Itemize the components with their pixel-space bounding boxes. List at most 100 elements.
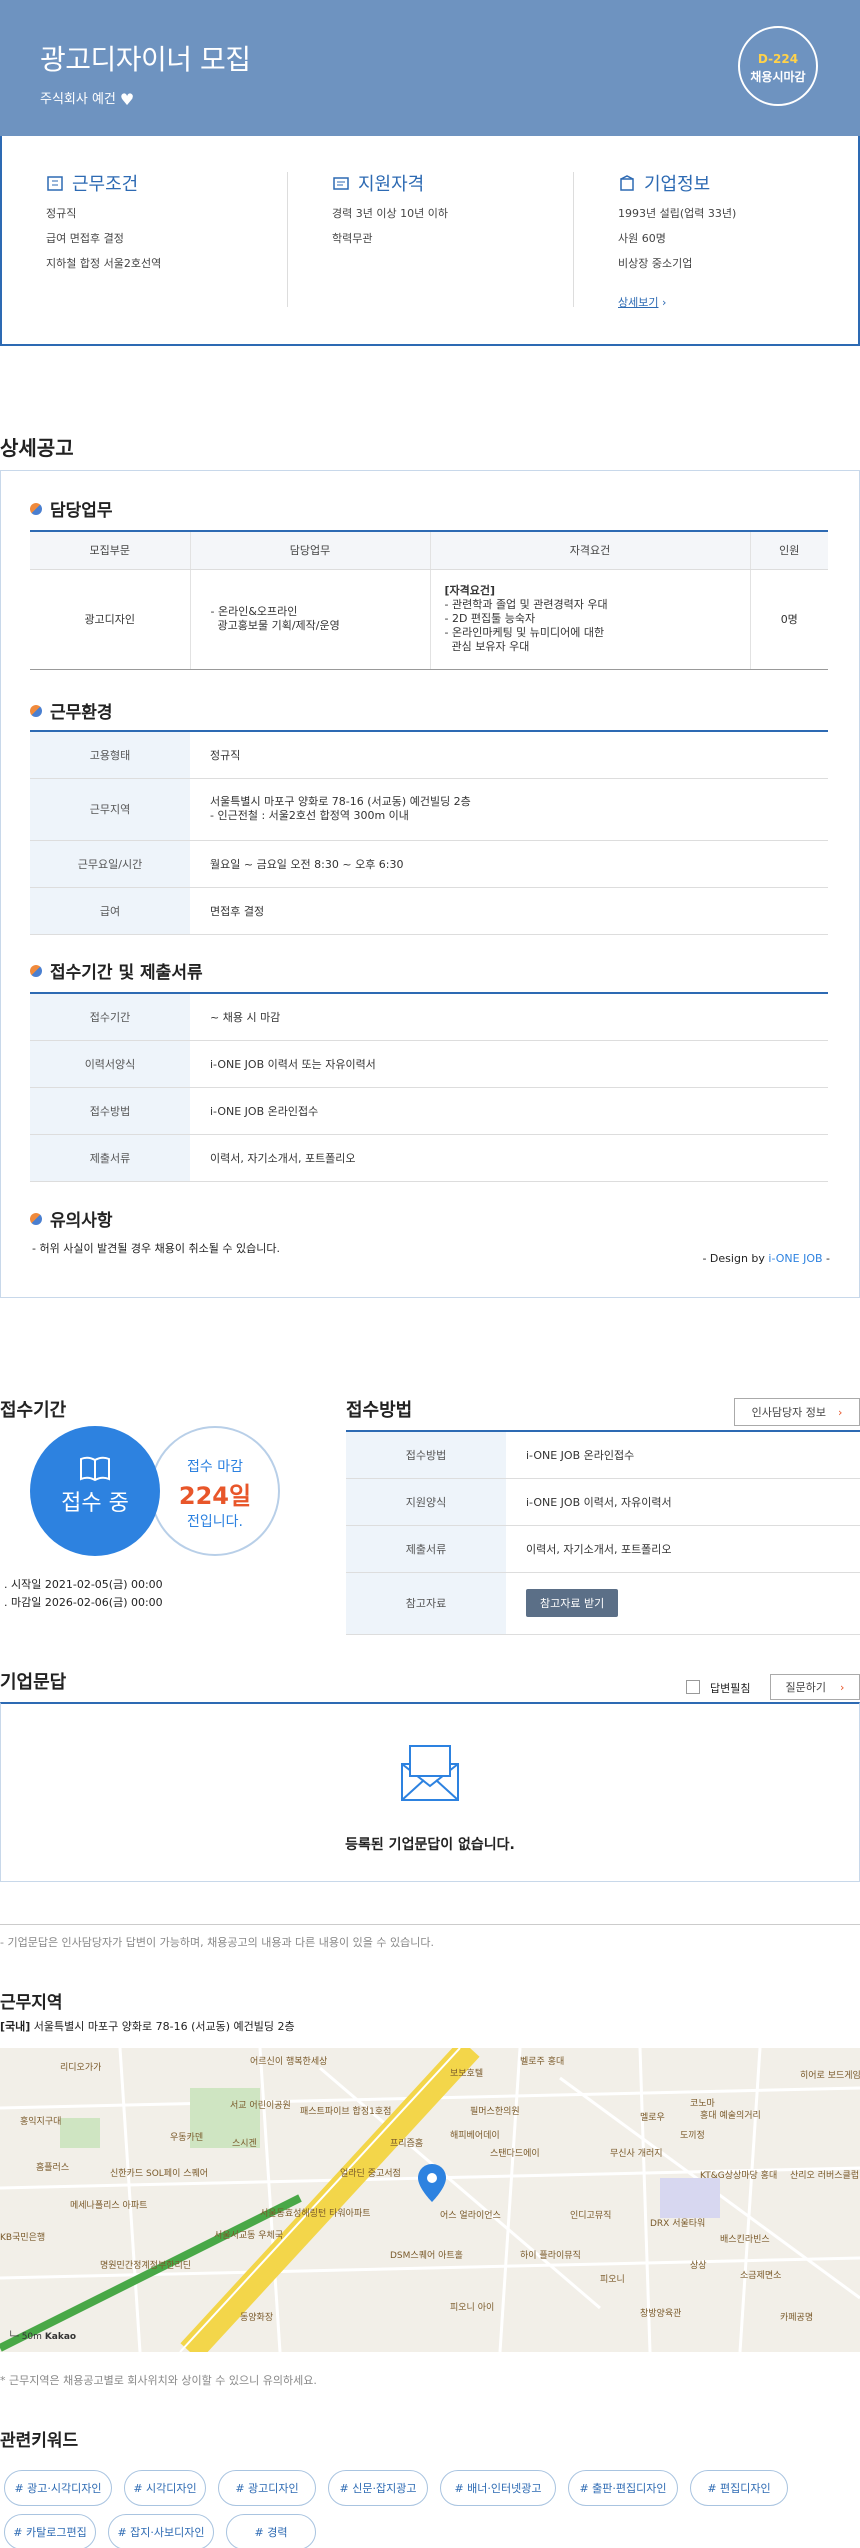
keyword-tag[interactable]: # 광고·시각디자인 bbox=[4, 2470, 112, 2506]
row-key: 이력서양식 bbox=[30, 1040, 190, 1088]
map-label: 홍익지구대 bbox=[20, 2117, 62, 2127]
qualifications-title: 지원자격 bbox=[358, 174, 425, 195]
status-circle: 접수 중 bbox=[30, 1426, 160, 1556]
qa-empty: 등록된 기업문답이 없습니다. bbox=[345, 1837, 515, 1853]
table-row: 이력서양식 i-ONE JOB 이력서 또는 자유이력서 bbox=[30, 1040, 828, 1088]
qualification-item: 학력무관 bbox=[332, 232, 373, 245]
keyword-tag[interactable]: # 잡지·사보디자인 bbox=[108, 2514, 214, 2548]
map-label: 하이 플라이뮤직 bbox=[520, 2251, 581, 2261]
location-map[interactable]: 리디오가가 어르신이 행복한세상 보보호텔 벨로주 홍대 히어로 보드게임 홍대 예술의거… bbox=[0, 2048, 860, 2352]
company-more-link[interactable]: 상세보기 bbox=[618, 296, 658, 309]
table-row: 고용형태 정규직 bbox=[30, 731, 828, 779]
map-label: DRX 서울타워 bbox=[650, 2219, 706, 2229]
table-header: 담당업무 bbox=[189, 531, 430, 570]
deadline-type: 채용시마감 bbox=[750, 70, 806, 84]
days-suffix: 전입니다. bbox=[187, 1514, 243, 1530]
table-row: 급여 면접후 결정 bbox=[30, 887, 828, 935]
map-label: 홍대 예술의거리 bbox=[700, 2111, 761, 2121]
table-header: 자격요건 bbox=[429, 531, 750, 570]
notice-title: 유의사항 bbox=[50, 1211, 113, 1231]
company-link[interactable]: 주식회사 예건 bbox=[40, 92, 116, 107]
map-label: 서울서교동 우체국 bbox=[214, 2231, 284, 2241]
row-value: i-ONE JOB 온라인접수 bbox=[190, 1087, 828, 1135]
design-credit: - Design by i-ONE JOB - bbox=[702, 1252, 830, 1265]
chevron-right-icon: › bbox=[658, 296, 667, 309]
keyword-tag[interactable]: # 출판·편집디자인 bbox=[568, 2470, 678, 2506]
environment-title: 근무환경 bbox=[50, 703, 113, 723]
book-icon bbox=[80, 1456, 110, 1482]
method-title: 접수방법 bbox=[346, 1400, 413, 1421]
chevron-right-icon: › bbox=[840, 1680, 845, 1694]
table-row: 제출서류 이력서, 자기소개서, 포트폴리오 bbox=[346, 1525, 860, 1573]
keyword-tag[interactable]: # 카탈로그편집 bbox=[4, 2514, 96, 2548]
download-button[interactable]: 참고자료 받기 bbox=[526, 1589, 619, 1617]
keyword-tag[interactable]: # 광고디자인 bbox=[218, 2470, 316, 2506]
method-table: 접수방법 i-ONE JOB 온라인접수 지원양식 i-ONE JOB 이력서, 자… bbox=[346, 1430, 860, 1635]
keyword-tag[interactable]: # 경력 bbox=[226, 2514, 316, 2548]
row-value: 정규직 bbox=[190, 731, 828, 779]
map-label: 명원민간정계정부한리딘 bbox=[100, 2261, 192, 2271]
table-header-row: 모집부문 담당업무 자격요건 인원 bbox=[30, 531, 828, 570]
table-header: 인원 bbox=[749, 531, 828, 570]
req-title: [자격요건] bbox=[444, 584, 496, 597]
row-key: 급여 bbox=[30, 887, 190, 935]
company-name: 주식회사 예건 ♥ bbox=[40, 88, 134, 109]
credit-suffix: - bbox=[822, 1252, 830, 1265]
location-tag: [국내] bbox=[0, 2020, 31, 2033]
company-column: 기업정보 1993년 설립(업력 33년) 사원 60명 비상장 중소기업 상세… bbox=[618, 170, 858, 310]
company-info-item: 1993년 설립(업력 33년) bbox=[618, 207, 737, 220]
row-key: 지원양식 bbox=[346, 1478, 506, 1526]
req-line: - 온라인마케팅 및 뉴미디어에 대한 bbox=[444, 626, 605, 639]
keyword-tag[interactable]: # 편집디자인 bbox=[690, 2470, 788, 2506]
keyword-tag[interactable]: # 신문·잡지광고 bbox=[328, 2470, 428, 2506]
credit-prefix: - Design by bbox=[702, 1252, 769, 1265]
address-text: 서울특별시 마포구 양화로 78-16 (서교동) 예건빌딩 2층 bbox=[33, 2020, 295, 2033]
req-line: - 관련학과 졸업 및 관련경력자 우대 bbox=[444, 598, 608, 611]
row-value: 참고자료 받기 bbox=[506, 1572, 860, 1635]
keyword-tag[interactable]: # 배너·인터넷광고 bbox=[440, 2470, 556, 2506]
end-text: 마감일 2026-02-06(금) 00:00 bbox=[11, 1596, 163, 1609]
map-label: 상상 bbox=[690, 2261, 707, 2271]
row-value: ~ 채용 시 마감 bbox=[190, 993, 828, 1041]
address-line: 서울특별시 마포구 양화로 78-16 (서교동) 예건빌딩 2층 bbox=[210, 795, 471, 808]
map-label: 어스 얼라이언스 bbox=[440, 2211, 501, 2221]
requirements-cell: [자격요건] - 관련학과 졸업 및 관련경력자 우대 - 2D 편집툴 능숙자 - … bbox=[429, 569, 750, 670]
detail-title: 상세공고 bbox=[0, 436, 74, 460]
map-label: 피오니 bbox=[600, 2275, 625, 2285]
qa-title: 기업문답 bbox=[0, 1672, 67, 1693]
contact-button[interactable]: 인사담당자 정보 › bbox=[734, 1398, 860, 1426]
id-card-icon bbox=[333, 177, 349, 190]
duties-title: 담당업무 bbox=[50, 501, 113, 521]
answered-checkbox[interactable] bbox=[686, 1680, 700, 1694]
heart-icon[interactable]: ♥ bbox=[120, 90, 134, 109]
task-line: - 온라인&오프라인 bbox=[210, 605, 298, 618]
row-value: 서울특별시 마포구 양화로 78-16 (서교동) 예건빌딩 2층 - 인근전철 … bbox=[190, 778, 828, 841]
map-label: 산리오 러버스클럽 bbox=[790, 2171, 860, 2181]
keyword-tag[interactable]: # 시각디자인 bbox=[124, 2470, 206, 2506]
table-row: 근무요일/시간 월요일 ~ 금요일 오전 8:30 ~ 오후 6:30 bbox=[30, 840, 828, 888]
notice-text: - 허위 사실이 발견될 경우 채용이 취소될 수 있습니다. bbox=[32, 1242, 280, 1255]
job-title: 광고디자이너 모집 bbox=[40, 43, 251, 76]
divider bbox=[287, 172, 288, 307]
contact-label: 인사담당자 정보 bbox=[751, 1406, 826, 1419]
row-key: 제출서류 bbox=[30, 1134, 190, 1182]
condition-item: 급여 면접후 결정 bbox=[46, 232, 124, 245]
map-label: 서교 어린이공원 bbox=[230, 2101, 291, 2111]
period-title: 접수기간 및 제출서류 bbox=[50, 963, 203, 983]
map-label: 코노마 bbox=[690, 2099, 715, 2109]
row-key: 제출서류 bbox=[346, 1525, 506, 1573]
condition-item: 지하철 합정 서울2호선역 bbox=[46, 257, 162, 270]
row-key: 근무요일/시간 bbox=[30, 840, 190, 888]
table-header: 모집부문 bbox=[30, 531, 190, 570]
map-label: 스시겐 bbox=[232, 2139, 257, 2149]
row-value: i-ONE JOB 이력서 또는 자유이력서 bbox=[190, 1040, 828, 1088]
ask-button[interactable]: 질문하기 › bbox=[770, 1674, 860, 1700]
conditions-title: 근무조건 bbox=[72, 174, 139, 195]
map-label: DSM스퀘어 아트홀 bbox=[390, 2251, 463, 2261]
map-label: KB국민은행 bbox=[0, 2233, 46, 2243]
map-label: 무신사 개러지 bbox=[610, 2149, 663, 2159]
table-row: 지원양식 i-ONE JOB 이력서, 자유이력서 bbox=[346, 1478, 860, 1526]
bullet-icon bbox=[30, 1212, 42, 1225]
map-logo: Kakao bbox=[44, 2332, 77, 2342]
map-label: 멜로우 bbox=[640, 2113, 665, 2123]
